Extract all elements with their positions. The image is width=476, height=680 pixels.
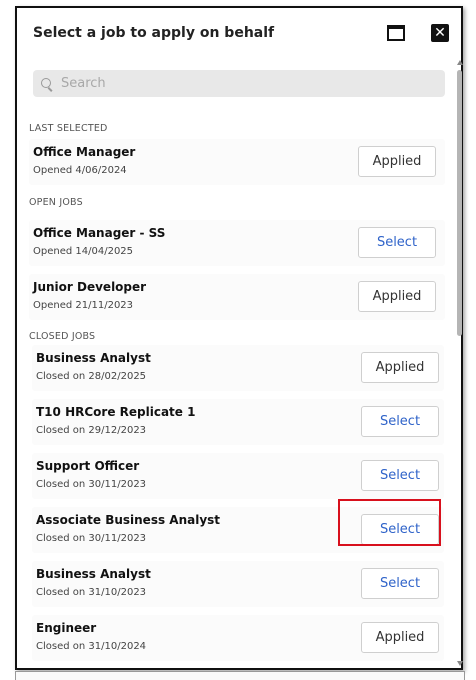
job-date: Closed on 28/02/2025 (36, 371, 147, 382)
job-date: Opened 21/11/2023 (33, 300, 134, 311)
job-title: Business Analyst (36, 351, 151, 365)
close-icon[interactable]: ✕ (431, 24, 449, 42)
job-card: Support Officer Closed on 30/11/2023 Sel… (32, 453, 444, 499)
job-title: Associate Business Analyst (36, 513, 221, 527)
job-date: Closed on 29/12/2023 (36, 425, 147, 436)
select-button[interactable]: Select (358, 227, 436, 258)
job-date: Opened 14/04/2025 (33, 246, 134, 257)
select-button[interactable]: Select (361, 460, 439, 491)
job-card: Business Analyst Closed on 28/02/2025 Ap… (32, 345, 444, 391)
job-title: Engineer (36, 621, 97, 635)
job-title: Business Analyst (36, 567, 151, 581)
scrollbar-thumb[interactable] (457, 70, 462, 336)
scroll-down-icon[interactable] (457, 661, 463, 666)
job-card: T10 HRCore Replicate 1 Closed on 29/12/2… (32, 399, 444, 445)
job-card: Office Manager - SS Opened 14/04/2025 Se… (29, 220, 445, 266)
applied-button[interactable]: Applied (361, 622, 439, 653)
select-button[interactable]: Select (361, 568, 439, 599)
job-card: Associate Business Analyst Closed on 30/… (32, 507, 444, 553)
job-date: Opened 4/06/2024 (33, 165, 127, 176)
job-card: Engineer Closed on 31/10/2024 Applied (32, 615, 444, 661)
dialog-title: Select a job to apply on behalf (33, 25, 275, 41)
section-label-open-jobs: OPEN JOBS (29, 197, 83, 208)
job-title: T10 HRCore Replicate 1 (36, 405, 196, 419)
search-icon (41, 77, 53, 92)
job-date: Closed on 30/11/2023 (36, 533, 147, 544)
select-button[interactable]: Select (361, 406, 439, 437)
select-button[interactable]: Select (361, 514, 439, 545)
job-title: Office Manager - SS (33, 226, 166, 240)
scrollbar[interactable] (457, 58, 463, 668)
job-title: Office Manager (33, 145, 136, 159)
maximize-window-icon[interactable] (387, 25, 405, 41)
job-date: Closed on 31/10/2024 (36, 641, 147, 652)
search-box[interactable] (33, 70, 445, 97)
job-list-panel: LAST SELECTED Office Manager Opened 4/06… (17, 58, 457, 668)
job-card: Business Analyst Closed on 31/10/2023 Se… (32, 561, 444, 607)
scroll-up-icon[interactable] (457, 60, 463, 65)
applied-button[interactable]: Applied (358, 281, 436, 312)
job-date: Closed on 30/11/2023 (36, 479, 147, 490)
section-label-closed-jobs: CLOSED JOBS (29, 331, 96, 342)
section-label-last-selected: LAST SELECTED (29, 123, 108, 134)
job-title: Support Officer (36, 459, 140, 473)
search-input[interactable] (59, 75, 433, 92)
job-date: Closed on 31/10/2023 (36, 587, 147, 598)
job-card: Office Manager Opened 4/06/2024 Applied (29, 139, 445, 185)
applied-button[interactable]: Applied (358, 146, 436, 177)
dialog-header: Select a job to apply on behalf ✕ (17, 8, 461, 58)
job-card: Junior Developer Opened 21/11/2023 Appli… (29, 274, 445, 320)
bottom-strip (15, 671, 465, 680)
applied-button[interactable]: Applied (361, 352, 439, 383)
job-select-dialog: Select a job to apply on behalf ✕ LAST S… (15, 6, 463, 670)
job-title: Junior Developer (33, 280, 147, 294)
